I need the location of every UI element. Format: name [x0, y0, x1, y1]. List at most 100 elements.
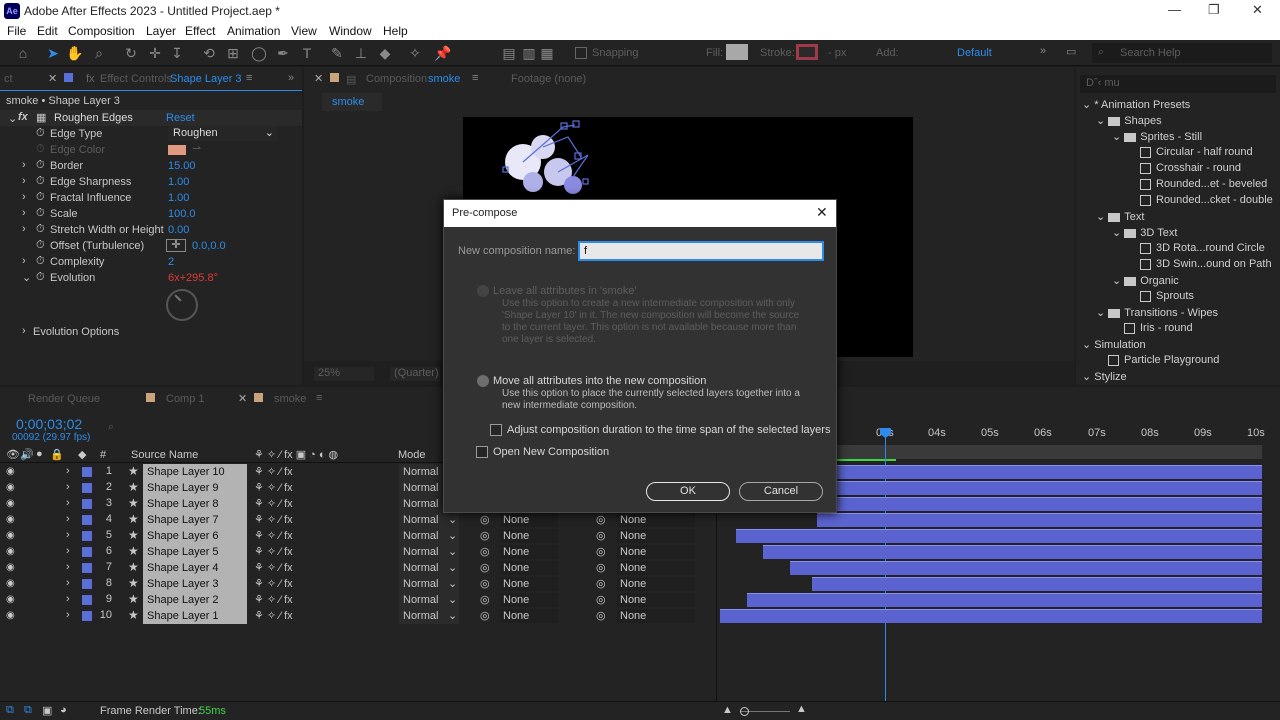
layer-name[interactable]: Shape Layer 8 — [143, 496, 247, 512]
layer-name[interactable]: Shape Layer 6 — [143, 528, 247, 544]
layer-duration-bar[interactable] — [790, 561, 1262, 575]
orbit-tool-icon[interactable]: ↻ — [122, 44, 140, 62]
mode-header[interactable]: Mode — [398, 449, 426, 461]
layer-switches-icon[interactable]: ⚘ ✧ ⁄ fx — [254, 577, 293, 590]
anchor-tool-icon[interactable]: ⊞ — [224, 44, 242, 62]
zoom-dropdown[interactable]: 25% — [314, 367, 374, 381]
maximize-icon[interactable]: ❐ — [1208, 2, 1220, 18]
preset-tree-root[interactable]: ⌄ * Animation Presets — [1082, 98, 1190, 111]
zoom-in-icon[interactable]: ▲ — [796, 703, 807, 715]
menu-effect[interactable]: Effect — [185, 24, 215, 38]
expand-chevron-icon[interactable]: › — [66, 513, 70, 525]
menu-composition[interactable]: Composition — [68, 24, 135, 38]
visibility-eye-icon[interactable]: ◉ — [6, 546, 18, 558]
current-timecode[interactable]: 0;00;03;02 — [16, 416, 82, 432]
open-new-comp-checkbox[interactable] — [476, 446, 488, 458]
visibility-eye-icon[interactable]: ◉ — [6, 498, 18, 510]
composition-tab-name[interactable]: smoke — [428, 73, 460, 85]
evolution-options-label[interactable]: Evolution Options — [33, 326, 119, 338]
search-help-box[interactable]: ⌕ Search Help — [1092, 43, 1272, 63]
expand-chevron-icon[interactable]: › — [66, 545, 70, 557]
stopwatch-icon[interactable]: ⏱ — [36, 191, 45, 204]
close-tab-icon[interactable]: ✕ — [48, 72, 57, 85]
align-2-icon[interactable]: ▥ — [520, 44, 538, 62]
brush-tool-icon[interactable]: ✎ — [328, 44, 346, 62]
pen-tool-icon[interactable]: ✒ — [274, 44, 292, 62]
expand-chevron-icon[interactable]: › — [22, 207, 26, 219]
source-name-header[interactable]: Source Name — [131, 449, 198, 461]
zoom-tool-icon[interactable]: ⌕ — [90, 44, 108, 62]
path-handle[interactable] — [582, 178, 589, 185]
layer-row[interactable]: ◉ › 5 ★ Shape Layer 6 ⚘ ✧ ⁄ fx Normal ⌄ ◎ None ◎ No… — [0, 528, 716, 544]
preset-folder-3dtext[interactable]: ⌄ 3D Text — [1112, 226, 1177, 239]
effect-category-simulation[interactable]: ⌄ Simulation — [1082, 338, 1146, 351]
dialog-close-icon[interactable]: ✕ — [816, 204, 828, 221]
layer-switches-icon[interactable]: ⚘ ✧ ⁄ fx — [254, 529, 293, 542]
align-3-icon[interactable]: ▦ — [538, 44, 556, 62]
comp-navigator-tab[interactable]: smoke — [322, 93, 382, 111]
track-matte-dropdown[interactable]: None — [500, 529, 558, 543]
parent-dropdown[interactable]: None — [617, 561, 695, 575]
visibility-eye-icon[interactable]: ◉ — [6, 482, 18, 494]
crosshair-icon[interactable]: ✛ — [166, 239, 186, 252]
render-queue-tab[interactable]: Render Queue — [28, 393, 100, 405]
render-icon[interactable]: ▣ — [42, 704, 52, 717]
preset-item[interactable]: Circular - half round — [1140, 146, 1253, 158]
roto-brush-icon[interactable]: ✧ — [406, 44, 424, 62]
layer-row[interactable]: ◉ › 7 ★ Shape Layer 4 ⚘ ✧ ⁄ fx Normal ⌄ ◎ None ◎ No… — [0, 560, 716, 576]
stroke-width[interactable]: - px — [828, 47, 846, 59]
edge-sharpness-value[interactable]: 1.00 — [168, 176, 189, 188]
edge-color-swatch[interactable] — [168, 145, 186, 155]
parent-dropdown[interactable]: None — [617, 609, 695, 623]
fill-swatch[interactable] — [726, 44, 748, 60]
option-move-radio[interactable] — [477, 375, 489, 387]
eyedropper-icon[interactable]: ⇀ — [192, 142, 201, 155]
adjust-duration-checkbox[interactable] — [490, 424, 502, 436]
collapse-chevron-icon[interactable]: ⌄ — [8, 112, 17, 125]
timeline-search-icon[interactable]: ⌕ — [108, 421, 114, 434]
track-matte-dropdown[interactable]: None — [500, 545, 558, 559]
layer-switches-icon[interactable]: ⚘ ✧ ⁄ fx — [254, 561, 293, 574]
layer-duration-bar[interactable] — [747, 593, 1262, 607]
evolution-dial[interactable] — [166, 289, 198, 321]
parent-dropdown[interactable]: None — [617, 529, 695, 543]
layer-switches-icon[interactable]: ⚘ ✧ ⁄ fx — [254, 497, 293, 510]
minimize-icon[interactable]: — — [1168, 2, 1181, 17]
preset-item[interactable]: 3D Rota...round Circle — [1140, 242, 1265, 254]
close-window-icon[interactable]: ✕ — [1252, 2, 1263, 18]
layer-row[interactable]: ◉ › 10 ★ Shape Layer 1 ⚘ ✧ ⁄ fx Normal ⌄ ◎ None ◎ N… — [0, 608, 716, 624]
preset-folder-text[interactable]: ⌄ Text — [1096, 210, 1144, 223]
preset-item[interactable]: Sprouts — [1140, 290, 1194, 302]
close-tab-icon[interactable]: ✕ — [314, 72, 323, 85]
layer-name[interactable]: Shape Layer 4 — [143, 560, 247, 576]
snapping-checkbox[interactable] — [575, 47, 587, 59]
stopwatch-icon[interactable]: ⏱ — [36, 175, 45, 188]
close-tab-icon[interactable]: ✕ — [238, 392, 247, 405]
layer-name[interactable]: Shape Layer 10 — [143, 464, 247, 480]
menu-animation[interactable]: Animation — [227, 24, 280, 38]
clone-stamp-icon[interactable]: ⊥ — [352, 44, 370, 62]
effect-controls-layer-name[interactable]: Shape Layer 3 — [170, 73, 242, 85]
layer-label-color[interactable] — [82, 483, 92, 493]
visibility-eye-icon[interactable]: ◉ — [6, 610, 18, 622]
track-matte-dropdown[interactable]: None — [500, 561, 558, 575]
puppet-pin-icon[interactable]: 📌 — [434, 44, 452, 62]
collapse-chevron-icon[interactable]: ⌄ — [22, 271, 31, 284]
spiral-icon[interactable]: ◎ — [480, 609, 490, 622]
spiral-icon[interactable]: ◎ — [480, 545, 490, 558]
preset-item[interactable]: Rounded...et - beveled — [1140, 178, 1267, 190]
visibility-eye-icon[interactable]: ◉ — [6, 514, 18, 526]
workspace-panel-icon[interactable]: ▭ — [1066, 45, 1076, 58]
adjust-duration-label[interactable]: Adjust composition duration to the time … — [507, 424, 830, 436]
preset-item[interactable]: Iris - round — [1124, 322, 1193, 334]
preset-folder-shapes[interactable]: ⌄ Shapes — [1096, 114, 1162, 127]
home-icon[interactable]: ⌂ — [14, 44, 32, 62]
expand-chevron-icon[interactable]: › — [22, 175, 26, 187]
parent-pickwhip-icon[interactable]: ◎ — [596, 545, 606, 558]
parent-dropdown[interactable]: None — [617, 593, 695, 607]
dolly-tool-icon[interactable]: ↧ — [168, 44, 186, 62]
smoke-tab[interactable]: smoke — [274, 393, 306, 405]
motion-blur-icon[interactable]: ◕ — [60, 704, 67, 716]
comp-flowchart-icon[interactable]: ⧉ — [6, 704, 14, 717]
expand-chevron-icon[interactable]: › — [66, 593, 70, 605]
